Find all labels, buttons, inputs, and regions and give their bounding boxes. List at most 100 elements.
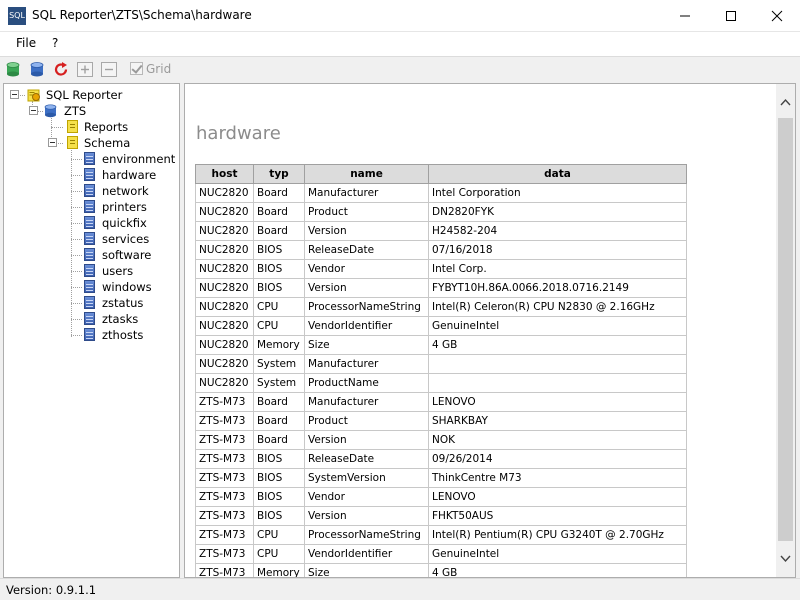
column-header-name[interactable]: name (304, 164, 429, 184)
tree-label-table: printers (102, 200, 147, 214)
table-cell-data: GenuineIntel (428, 316, 687, 336)
table-cell-typ: BIOS (253, 259, 305, 279)
tree-line (71, 159, 82, 160)
database-green-button[interactable] (4, 61, 22, 78)
table-icon (84, 216, 95, 229)
scroll-down-button[interactable] (776, 543, 795, 577)
collapse-all-button[interactable] (100, 61, 118, 78)
tree-node-schema[interactable]: Schema (48, 135, 173, 151)
tree-node-table[interactable]: zthosts (82, 327, 177, 343)
table-row: NUC2820 Memory Size 4 GB (195, 335, 687, 355)
close-button[interactable] (754, 0, 800, 32)
table-cell-host: NUC2820 (195, 259, 254, 279)
vertical-scrollbar[interactable] (776, 84, 795, 577)
table-row: NUC2820 CPU ProcessorNameString Intel(R) Ce… (195, 297, 687, 317)
column-header-host[interactable]: host (195, 164, 254, 184)
content-panel[interactable]: hardware host typ name data NUC2820 Board Man… (184, 83, 796, 578)
table-cell-name: Version (304, 506, 429, 526)
table-cell-typ: CPU (253, 544, 305, 564)
grid-checkbox[interactable]: Grid (130, 62, 171, 76)
minimize-button[interactable] (662, 0, 708, 32)
table-cell-data: 09/26/2014 (428, 449, 687, 469)
table-cell-host: NUC2820 (195, 202, 254, 222)
page-title: hardware (196, 123, 281, 144)
expand-all-button[interactable] (76, 61, 94, 78)
tree-node-table[interactable]: ztasks (82, 311, 177, 327)
tree-line (51, 127, 63, 128)
tree-line (71, 335, 82, 336)
tree-label-table: windows (102, 280, 152, 294)
column-header-typ[interactable]: typ (253, 164, 305, 184)
table-cell-host: ZTS-M73 (195, 468, 254, 488)
table-cell-host: ZTS-M73 (195, 563, 254, 577)
column-header-data[interactable]: data (428, 164, 687, 184)
tree-node-table[interactable]: network (82, 183, 177, 199)
table-cell-host: ZTS-M73 (195, 411, 254, 431)
collapse-toggle[interactable] (10, 90, 19, 99)
tree-node-table[interactable]: printers (82, 199, 177, 215)
table-cell-name: ProcessorNameString (304, 525, 429, 545)
tree-node-table[interactable]: quickfix (82, 215, 177, 231)
table-cell-name: Size (304, 335, 429, 355)
table-cell-typ: BIOS (253, 278, 305, 298)
grid-checkbox-box[interactable] (130, 62, 143, 75)
table-cell-host: ZTS-M73 (195, 430, 254, 450)
reporter-icon (27, 89, 40, 102)
refresh-button[interactable] (52, 61, 70, 78)
menu-file[interactable]: File (16, 36, 36, 50)
table-cell-typ: BIOS (253, 487, 305, 507)
table-cell-typ: Board (253, 221, 305, 241)
table-cell-name: Manufacturer (304, 354, 429, 374)
chevron-down-icon (780, 555, 791, 563)
tree-label-table: zstatus (102, 296, 144, 310)
menu-bar: File ? (0, 33, 800, 55)
scrollbar-thumb[interactable] (778, 118, 793, 541)
database-blue-button[interactable] (28, 61, 46, 78)
tree-node-table[interactable]: hardware (82, 167, 177, 183)
tree-label-table: zthosts (102, 328, 144, 342)
table-cell-data: 4 GB (428, 563, 687, 577)
table-cell-data: LENOVO (428, 487, 687, 507)
table-cell-data: ThinkCentre M73 (428, 468, 687, 488)
tree-node-root[interactable]: SQL Reporter (10, 87, 179, 103)
collapse-toggle[interactable] (48, 138, 57, 147)
tree-view[interactable]: SQL Reporter ZTS Reports Schema environm… (3, 83, 180, 578)
table-icon (84, 264, 95, 277)
table-cell-data: FHKT50AUS (428, 506, 687, 526)
tree-node-table[interactable]: software (82, 247, 177, 263)
database-green-icon (6, 62, 20, 77)
table-cell-name: ReleaseDate (304, 449, 429, 469)
table-icon (84, 280, 95, 293)
table-cell-host: ZTS-M73 (195, 544, 254, 564)
table-cell-data: Intel(R) Pentium(R) CPU G3240T @ 2.70GHz (428, 525, 687, 545)
table-row: NUC2820 Board Manufacturer Intel Corporatio… (195, 183, 687, 203)
tree-node-table[interactable]: windows (82, 279, 177, 295)
title-bar: SQL SQL Reporter\ZTS\Schema\hardware (0, 0, 800, 32)
table-cell-host: NUC2820 (195, 297, 254, 317)
table-icon (84, 232, 95, 245)
table-cell-typ: System (253, 373, 305, 393)
menu-help[interactable]: ? (52, 36, 58, 50)
table-cell-host: NUC2820 (195, 278, 254, 298)
table-cell-data: 4 GB (428, 335, 687, 355)
collapse-toggle[interactable] (29, 106, 38, 115)
table-row: NUC2820 Board Product DN2820FYK (195, 202, 687, 222)
table-cell-name: ProductName (304, 373, 429, 393)
table-cell-host: ZTS-M73 (195, 487, 254, 507)
maximize-button[interactable] (708, 0, 754, 32)
table-cell-typ: System (253, 354, 305, 374)
tree-node-zts[interactable]: ZTS (29, 103, 179, 119)
scroll-up-button[interactable] (776, 84, 795, 118)
app-icon: SQL (8, 7, 26, 25)
tree-node-table[interactable]: users (82, 263, 177, 279)
table-row: NUC2820 BIOS Version FYBYT10H.86A.0066.2018… (195, 278, 687, 298)
table-row: ZTS-M73 Board Product SHARKBAY (195, 411, 687, 431)
tree-node-table[interactable]: zstatus (82, 295, 177, 311)
tree-node-reports[interactable]: Reports (63, 119, 173, 135)
tree-node-table[interactable]: services (82, 231, 177, 247)
table-cell-name: Vendor (304, 487, 429, 507)
table-cell-name: Manufacturer (304, 183, 429, 203)
table-cell-data: LENOVO (428, 392, 687, 412)
tree-node-table[interactable]: environment (82, 151, 177, 167)
tree-label-reports: Reports (84, 120, 129, 134)
